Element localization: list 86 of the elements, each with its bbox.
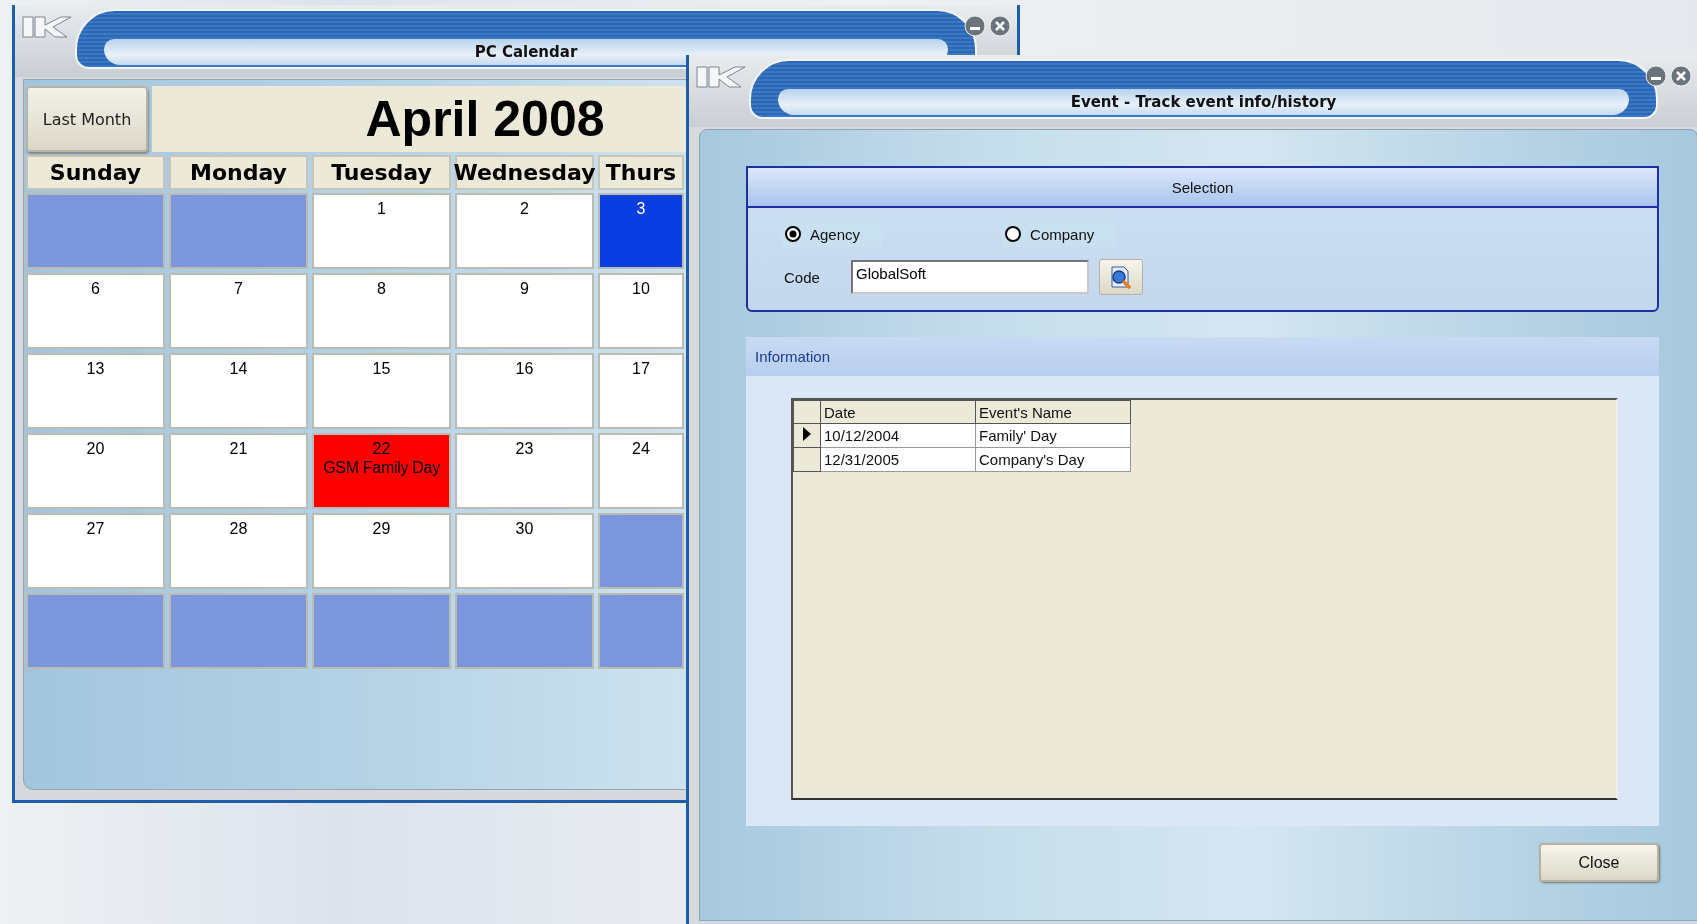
window-title: PC Calendar: [474, 43, 578, 61]
table-cell: Company's Day: [975, 447, 1131, 472]
day-cell[interactable]: 17: [598, 353, 684, 429]
day-number: 29: [372, 519, 391, 538]
close-button[interactable]: Close: [1539, 843, 1659, 882]
radio-option[interactable]: Company: [1002, 221, 1117, 247]
day-number: 17: [632, 359, 650, 378]
weekday-header: Wednesday: [455, 155, 594, 190]
day-cell[interactable]: [312, 593, 451, 669]
day-number: 15: [372, 359, 391, 378]
radio-button[interactable]: [784, 225, 802, 243]
day-cell[interactable]: [26, 193, 165, 269]
event-day-cell[interactable]: 22 GSM Family Day: [312, 433, 451, 509]
day-cell[interactable]: 28: [169, 513, 308, 589]
weekday-header: Sunday: [26, 155, 165, 190]
day-cell[interactable]: 23: [455, 433, 594, 509]
radio-button[interactable]: [1004, 225, 1023, 243]
day-cell[interactable]: 13: [26, 353, 165, 429]
day-number: 24: [632, 439, 650, 458]
day-number: 13: [86, 359, 105, 378]
minimize-button[interactable]: [1645, 65, 1667, 87]
day-number: 14: [229, 359, 248, 378]
day-cell[interactable]: 24: [598, 433, 684, 509]
search-button[interactable]: [1099, 259, 1143, 295]
day-number: 10: [632, 279, 650, 298]
day-cell[interactable]: 10: [598, 273, 684, 349]
day-cell[interactable]: 21: [169, 433, 308, 509]
day-cell[interactable]: 15: [312, 353, 451, 429]
row-header[interactable]: [793, 423, 821, 448]
day-number: 3: [636, 199, 646, 218]
event-label: GSM Family Day: [323, 458, 440, 477]
last-month-button[interactable]: Last Month: [26, 86, 148, 152]
weekday-header: Thurs: [598, 155, 684, 190]
day-cell[interactable]: [598, 593, 684, 669]
day-cell[interactable]: 14: [169, 353, 308, 429]
close-button[interactable]: [989, 15, 1011, 37]
table-cell: 10/12/2004: [820, 423, 976, 448]
day-cell[interactable]: [455, 593, 594, 669]
day-cell[interactable]: 29: [312, 513, 451, 589]
day-number: 27: [86, 519, 105, 538]
close-button[interactable]: [1670, 65, 1692, 87]
window-title: Event - Track event info/history: [1070, 93, 1337, 111]
day-number: 20: [86, 439, 105, 458]
table-cell: 12/31/2005: [820, 447, 976, 472]
code-label: Code: [784, 268, 821, 286]
day-cell[interactable]: [26, 593, 165, 669]
day-number: 22: [372, 439, 391, 458]
day-cell[interactable]: 8: [312, 273, 451, 349]
day-cell[interactable]: [169, 593, 308, 669]
day-cell[interactable]: 7: [169, 273, 308, 349]
minimize-button[interactable]: [964, 15, 986, 37]
day-number: 23: [515, 439, 534, 458]
table-cell: Family' Day: [975, 423, 1131, 448]
day-number: 30: [515, 519, 534, 538]
day-number: 21: [229, 439, 248, 458]
day-number: 16: [515, 359, 534, 378]
code-input[interactable]: GlobalSoft: [851, 260, 1089, 294]
month-title: April 2008: [364, 90, 605, 148]
day-number: 1: [377, 199, 386, 218]
information-header: Information: [746, 337, 1659, 376]
day-cell[interactable]: 16: [455, 353, 594, 429]
radio-option[interactable]: Agency: [782, 221, 883, 247]
day-number: 6: [91, 279, 100, 298]
day-cell[interactable]: 27: [26, 513, 165, 589]
day-cell[interactable]: 30: [455, 513, 594, 589]
day-cell[interactable]: 1: [312, 193, 451, 269]
today-cell[interactable]: 3: [598, 193, 684, 269]
day-cell[interactable]: [169, 193, 308, 269]
day-cell[interactable]: 2: [455, 193, 594, 269]
weekday-header: Tuesday: [312, 155, 451, 190]
row-header[interactable]: [793, 447, 821, 472]
day-number: 9: [520, 279, 529, 298]
day-number: 8: [377, 279, 386, 298]
day-cell[interactable]: [598, 513, 684, 589]
day-cell[interactable]: 9: [455, 273, 594, 349]
search-icon: [1108, 264, 1134, 290]
day-number: 2: [520, 199, 529, 218]
current-row-icon: [802, 427, 812, 441]
weekday-header: Monday: [169, 155, 308, 190]
day-number: 28: [229, 519, 248, 538]
column-header[interactable]: Event's Name: [975, 400, 1131, 424]
day-cell[interactable]: 6: [26, 273, 165, 349]
day-number: 7: [234, 279, 243, 298]
selection-header: Selection: [748, 168, 1657, 208]
column-header[interactable]: Date: [820, 400, 976, 424]
day-cell[interactable]: 20: [26, 433, 165, 509]
